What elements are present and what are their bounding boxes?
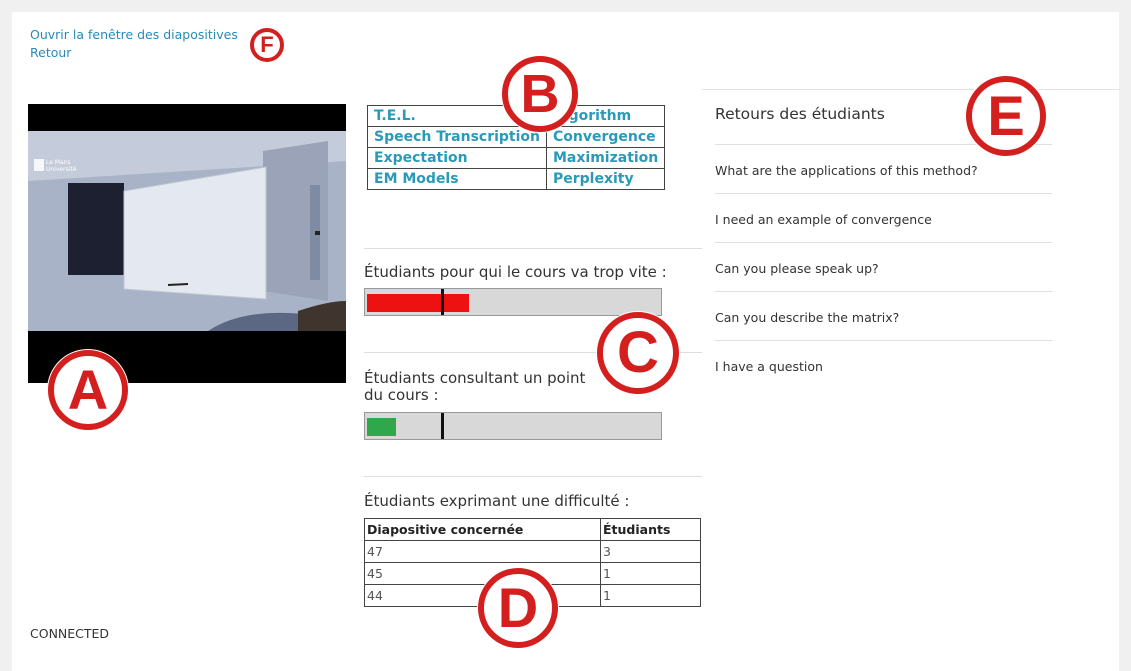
annotation-badge-b: B [502, 56, 578, 132]
too-fast-bar-marker [441, 289, 444, 315]
feedback-item[interactable]: Can you describe the matrix? [715, 291, 1052, 340]
keyword-cell[interactable]: Speech Transcription [367, 126, 547, 148]
column-header: Étudiants [600, 518, 701, 541]
connection-status: CONNECTED [30, 626, 110, 641]
video-frame: Le Mans Université [28, 131, 346, 331]
keyword-cell[interactable]: Convergence [545, 126, 666, 148]
video-player[interactable]: Le Mans Université [28, 104, 346, 383]
feedback-list: What are the applications of this method… [715, 144, 1052, 389]
top-divider [702, 89, 1120, 90]
keyword-row: EM Models Perplexity [367, 168, 666, 190]
feedback-item[interactable]: Can you please speak up? [715, 242, 1052, 291]
top-links: Ouvrir la fenêtre des diapositives Retou… [30, 26, 238, 62]
annotation-badge-f: F [250, 28, 284, 62]
open-slides-link[interactable]: Ouvrir la fenêtre des diapositives [30, 26, 238, 44]
student-count: 1 [600, 562, 701, 585]
student-count: 1 [600, 584, 701, 607]
slide-number: 47 [364, 540, 601, 563]
annotation-badge-d: D [478, 568, 558, 648]
consulting-bar [364, 412, 662, 440]
annotation-badge-e: E [966, 76, 1046, 156]
keyword-cell[interactable]: Perplexity [545, 168, 666, 190]
table-header-row: Diapositive concernée Étudiants [364, 518, 701, 541]
section-divider [364, 476, 702, 477]
student-count: 3 [600, 540, 701, 563]
keyword-cell[interactable]: Maximization [545, 147, 666, 169]
keyword-cell[interactable]: Expectation [367, 147, 547, 169]
too-fast-bar-fill [367, 294, 469, 312]
consulting-bar-marker [441, 413, 444, 439]
university-logo: Le Mans Université [46, 159, 77, 173]
annotation-badge-a: A [48, 350, 128, 430]
keyword-cell[interactable]: EM Models [367, 168, 547, 190]
back-link[interactable]: Retour [30, 44, 238, 62]
feedback-title: Retours des étudiants [715, 105, 885, 123]
keyword-row: Speech Transcription Convergence [367, 126, 666, 148]
difficulty-title: Étudiants exprimant une difficulté : [364, 492, 630, 510]
feedback-item[interactable]: I need an example of convergence [715, 193, 1052, 242]
keyword-row: Expectation Maximization [367, 147, 666, 169]
too-fast-bar [364, 288, 662, 316]
table-row: 47 3 [364, 540, 701, 563]
too-fast-label: Étudiants pour qui le cours va trop vite… [364, 263, 667, 281]
page: Ouvrir la fenêtre des diapositives Retou… [12, 12, 1120, 671]
feedback-item[interactable]: I have a question [715, 340, 1052, 389]
annotation-badge-c: C [597, 312, 679, 394]
consulting-label-line1: Étudiants consultant un point [364, 369, 586, 387]
section-divider [364, 248, 702, 249]
consulting-bar-fill [367, 418, 396, 436]
column-header: Diapositive concernée [364, 518, 601, 541]
consulting-label-line2: du cours : [364, 386, 439, 404]
slide-number: 45 [364, 562, 601, 585]
